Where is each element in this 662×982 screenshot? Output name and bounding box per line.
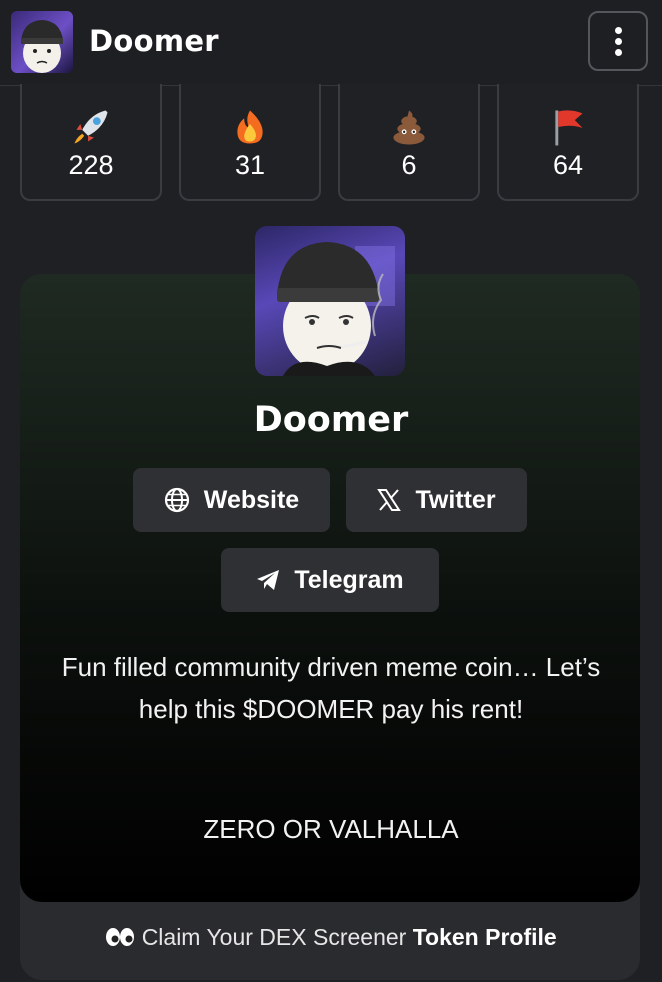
menu-dot: [614, 48, 622, 56]
reaction-red-flag[interactable]: 64: [497, 84, 639, 201]
reaction-count: 64: [552, 150, 584, 180]
claim-token-profile-link[interactable]: Claim Your DEX Screener Token Profile: [0, 924, 662, 951]
menu-dot: [614, 26, 622, 34]
claim-text: Claim Your DEX Screener: [141, 924, 407, 950]
website-label: Website: [203, 485, 300, 514]
rocket-icon: [74, 110, 108, 144]
reaction-poop[interactable]: 6: [338, 84, 480, 201]
top-bar: Doomer: [0, 0, 662, 86]
menu-dot: [614, 37, 622, 45]
telegram-button[interactable]: Telegram: [221, 548, 439, 612]
token-description: Fun filled community driven meme coin… L…: [61, 652, 601, 724]
twitter-button[interactable]: Twitter: [346, 468, 527, 532]
token-tagline: ZERO OR VALHALLA: [203, 814, 459, 844]
website-button[interactable]: Website: [133, 468, 330, 532]
more-menu-button[interactable]: [588, 11, 648, 71]
reaction-count: 228: [68, 150, 114, 180]
fire-icon: [237, 110, 263, 144]
claim-bold-text: Token Profile: [412, 924, 557, 950]
reaction-count: 31: [234, 150, 266, 180]
x-logo-icon: [377, 489, 402, 511]
token-name: Doomer: [253, 400, 409, 440]
twitter-label: Twitter: [415, 485, 496, 514]
reaction-count: 6: [401, 150, 417, 180]
telegram-icon: [257, 570, 280, 590]
app-title: Doomer: [89, 24, 219, 58]
reaction-rocket[interactable]: 228: [20, 84, 162, 201]
reaction-fire[interactable]: 31: [179, 84, 321, 201]
red-flag-icon: [555, 110, 583, 146]
token-logo[interactable]: [11, 11, 73, 73]
eyes-icon: [106, 928, 135, 946]
telegram-label: Telegram: [294, 565, 404, 594]
globe-icon: [164, 487, 189, 513]
poop-icon: [393, 110, 425, 145]
token-image: [255, 226, 405, 376]
